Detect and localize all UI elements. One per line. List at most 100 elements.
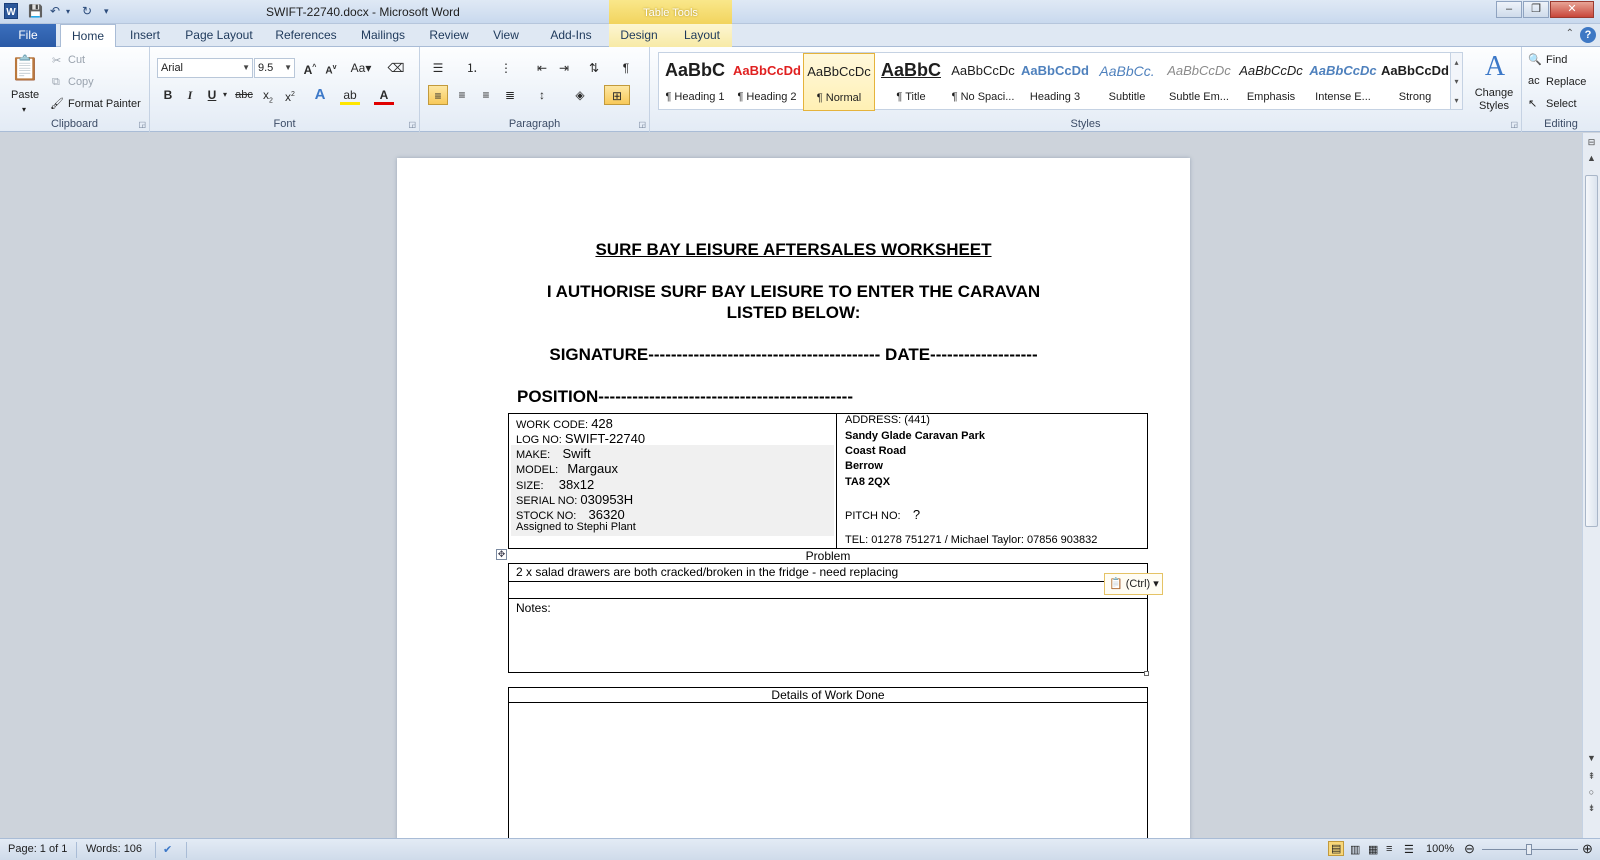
table-move-handle-icon[interactable]: ✥ [496, 549, 507, 560]
page-count[interactable]: Page: 1 of 1 [8, 843, 67, 855]
tab-file[interactable]: File [0, 24, 56, 47]
select-icon[interactable]: ↖ [1528, 97, 1537, 110]
justify-icon[interactable]: ≣ [500, 85, 520, 105]
show-formatting-marks-icon[interactable]: ¶ [616, 58, 636, 78]
style-no-spacing[interactable]: AaBbCcDc ¶ No Spaci... [947, 53, 1019, 111]
multilevel-list-icon[interactable]: ⋮ [496, 58, 516, 78]
subscript-icon[interactable]: x2 [258, 85, 278, 105]
strikethrough-icon[interactable]: abc [234, 85, 254, 105]
outline-icon[interactable]: ≡ [1386, 843, 1392, 855]
select-button[interactable]: Select [1546, 98, 1577, 110]
highlight-icon[interactable]: ab [340, 85, 360, 105]
work-code-field[interactable]: WORK CODE: 428 [516, 416, 613, 431]
scroll-down-icon[interactable]: ▼ [1583, 753, 1600, 763]
replace-button[interactable]: Replace [1546, 76, 1586, 88]
serial-no-field[interactable]: SERIAL NO: 030953H [516, 492, 633, 507]
align-left-icon[interactable]: ≡ [428, 85, 448, 105]
style-heading-2[interactable]: AaBbCcDd ¶ Heading 2 [731, 53, 803, 111]
bullets-icon[interactable]: ☰ [428, 58, 448, 78]
minimize-ribbon-icon[interactable]: ⌃ [1566, 28, 1574, 39]
shading-icon[interactable]: ◈ [570, 85, 590, 105]
line-spacing-icon[interactable]: ↕ [532, 85, 552, 105]
find-button[interactable]: Find [1546, 54, 1567, 66]
make-field[interactable]: MAKE: Swift [516, 446, 591, 461]
font-name-combo[interactable]: Arial ▼ [157, 58, 253, 78]
grow-font-icon[interactable]: A^ [300, 58, 320, 78]
problem-text[interactable]: 2 x salad drawers are both cracked/broke… [516, 565, 898, 579]
paste-button[interactable]: Paste [11, 89, 39, 101]
zoom-in-icon[interactable]: ⊕ [1582, 841, 1593, 857]
superscript-icon[interactable]: x2 [280, 85, 300, 105]
clipboard-launcher-icon[interactable]: ◲ [138, 120, 146, 129]
paste-options-button[interactable]: 📋 (Ctrl) ▾ [1104, 573, 1163, 595]
close-button[interactable]: ✕ [1550, 1, 1594, 18]
replace-icon[interactable]: ac [1528, 75, 1540, 87]
minimize-button[interactable]: – [1496, 1, 1522, 18]
draft-icon[interactable]: ☰ [1404, 843, 1414, 856]
notes-label[interactable]: Notes: [516, 601, 551, 615]
tab-references[interactable]: References [270, 24, 342, 47]
log-no-field[interactable]: LOG NO: SWIFT-22740 [516, 431, 645, 446]
select-browse-object-icon[interactable]: ○ [1583, 787, 1600, 797]
model-field[interactable]: MODEL: Margaux [516, 461, 618, 476]
scroll-thumb[interactable] [1585, 175, 1598, 527]
copy-icon[interactable]: ⧉ [52, 76, 60, 89]
font-color-icon[interactable]: A [374, 85, 394, 105]
tab-design[interactable]: Design [612, 24, 666, 47]
zoom-out-icon[interactable]: ⊖ [1464, 841, 1475, 857]
tab-insert[interactable]: Insert [122, 24, 168, 47]
word-count[interactable]: Words: 106 [86, 843, 142, 855]
numbering-icon[interactable]: ⒈ [462, 58, 482, 78]
help-icon[interactable]: ? [1580, 27, 1596, 43]
print-layout-icon[interactable]: ▤ [1328, 841, 1345, 856]
align-center-icon[interactable]: ≡ [452, 85, 472, 105]
tab-page-layout[interactable]: Page Layout [178, 24, 260, 47]
scroll-up-icon[interactable]: ▲ [1583, 153, 1600, 163]
borders-icon[interactable]: ⊞ [604, 85, 630, 105]
pitch-field[interactable]: PITCH NO: ? [845, 507, 920, 522]
font-size-combo[interactable]: 9.5 ▼ [254, 58, 295, 78]
cut-button[interactable]: Cut [68, 54, 85, 66]
italic-icon[interactable]: I [180, 85, 200, 105]
copy-button[interactable]: Copy [68, 76, 94, 88]
full-screen-reading-icon[interactable]: ▥ [1350, 843, 1360, 856]
document-workspace[interactable]: SURF BAY LEISURE AFTERSALES WORKSHEET I … [0, 133, 1582, 838]
stock-no-field[interactable]: STOCK NO: 36320 [516, 507, 625, 522]
undo-icon[interactable]: ↶ [50, 3, 60, 20]
save-icon[interactable]: 💾 [28, 3, 43, 20]
style-normal[interactable]: AaBbCcDc ¶ Normal [803, 53, 875, 111]
paragraph-launcher-icon[interactable]: ◲ [638, 120, 646, 129]
format-painter-button[interactable]: Format Painter [68, 98, 141, 110]
change-case-icon[interactable]: Aa▾ [348, 58, 374, 78]
next-page-icon[interactable]: ⇟ [1583, 803, 1600, 814]
table-resize-handle[interactable] [1144, 671, 1149, 676]
underline-icon[interactable]: U [202, 85, 222, 105]
style-subtitle[interactable]: AaBbCc. Subtitle [1091, 53, 1163, 111]
shrink-font-icon[interactable]: Av [321, 58, 341, 78]
format-painter-icon[interactable]: 🖌 [50, 97, 64, 110]
tab-review[interactable]: Review [424, 24, 474, 47]
web-layout-icon[interactable]: ▦ [1368, 843, 1378, 856]
ruler-toggle-icon[interactable]: ⊟ [1583, 137, 1600, 148]
customize-qat-icon[interactable]: ▾ [104, 3, 109, 20]
vertical-scrollbar[interactable]: ⊟ ▲ ▼ ⇞ ○ ⇟ [1582, 133, 1600, 838]
change-styles-icon[interactable]: A [1476, 51, 1514, 83]
tab-home[interactable]: Home [60, 24, 116, 48]
gallery-scroll[interactable]: ▴ ▾ ▾ [1450, 52, 1463, 110]
style-heading-3[interactable]: AaBbCcDd Heading 3 [1019, 53, 1091, 111]
font-launcher-icon[interactable]: ◲ [408, 120, 416, 129]
sort-icon[interactable]: ⇅ [584, 58, 604, 78]
cut-icon[interactable]: ✂ [52, 54, 61, 67]
tab-mailings[interactable]: Mailings [352, 24, 414, 47]
find-icon[interactable]: 🔍 [1528, 53, 1542, 66]
undo-dropdown-icon[interactable]: ▾ [66, 3, 70, 20]
decrease-indent-icon[interactable]: ⇤ [532, 58, 552, 78]
previous-page-icon[interactable]: ⇞ [1583, 771, 1600, 782]
underline-dropdown-icon[interactable]: ▾ [220, 85, 230, 105]
clear-formatting-icon[interactable]: ⌫ [386, 58, 406, 78]
word-app-icon[interactable]: W [4, 3, 18, 19]
redo-icon[interactable]: ↻ [82, 3, 92, 20]
style-emphasis[interactable]: AaBbCcDc Emphasis [1235, 53, 1307, 111]
style-title[interactable]: AaBbC ¶ Title [875, 53, 947, 111]
tab-layout[interactable]: Layout [676, 24, 728, 47]
